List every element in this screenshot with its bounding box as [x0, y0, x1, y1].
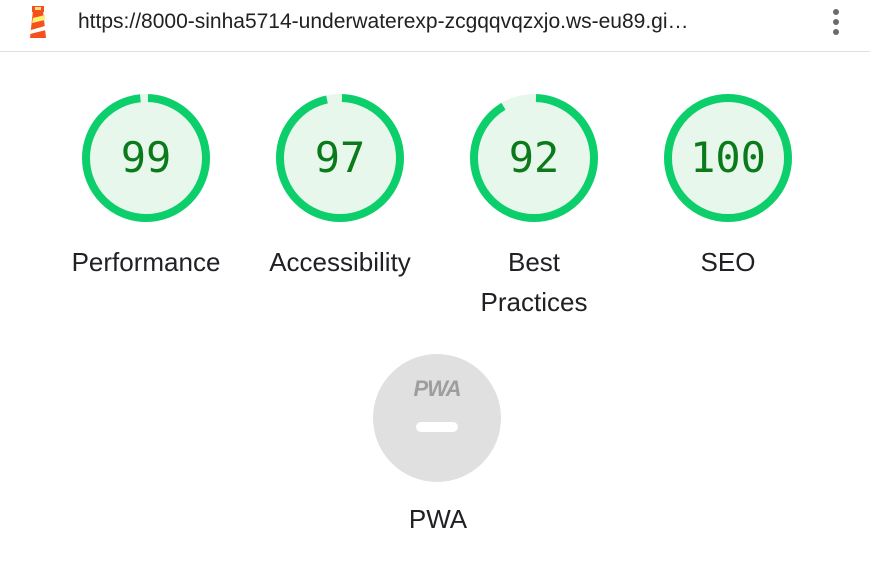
score-value: 92: [508, 133, 560, 182]
score-value: 97: [314, 133, 366, 182]
score-gauge-seo[interactable]: 100: [658, 88, 798, 228]
category-label[interactable]: Accessibility: [250, 242, 430, 282]
browser-header: https://8000-sinha5714-underwaterexp-zcg…: [0, 0, 870, 52]
pwa-label[interactable]: PWA: [348, 504, 528, 535]
score-value: 99: [120, 133, 172, 182]
score-gauge-best-practices[interactable]: 92: [464, 88, 604, 228]
kebab-menu-icon[interactable]: [826, 6, 846, 40]
category-label[interactable]: Best Practices: [469, 242, 599, 322]
lighthouse-icon[interactable]: [24, 4, 52, 40]
pwa-dash-icon: [416, 422, 458, 432]
score-gauge-performance[interactable]: 99: [76, 88, 216, 228]
category-label[interactable]: SEO: [638, 242, 818, 282]
pwa-badge-text: PWA: [413, 376, 461, 401]
score-gauge-accessibility[interactable]: 97: [270, 88, 410, 228]
pwa-badge-icon[interactable]: PWA: [373, 354, 501, 482]
score-value: 100: [690, 133, 766, 182]
category-label[interactable]: Performance: [56, 242, 236, 282]
url-bar[interactable]: https://8000-sinha5714-underwaterexp-zcg…: [78, 10, 798, 34]
